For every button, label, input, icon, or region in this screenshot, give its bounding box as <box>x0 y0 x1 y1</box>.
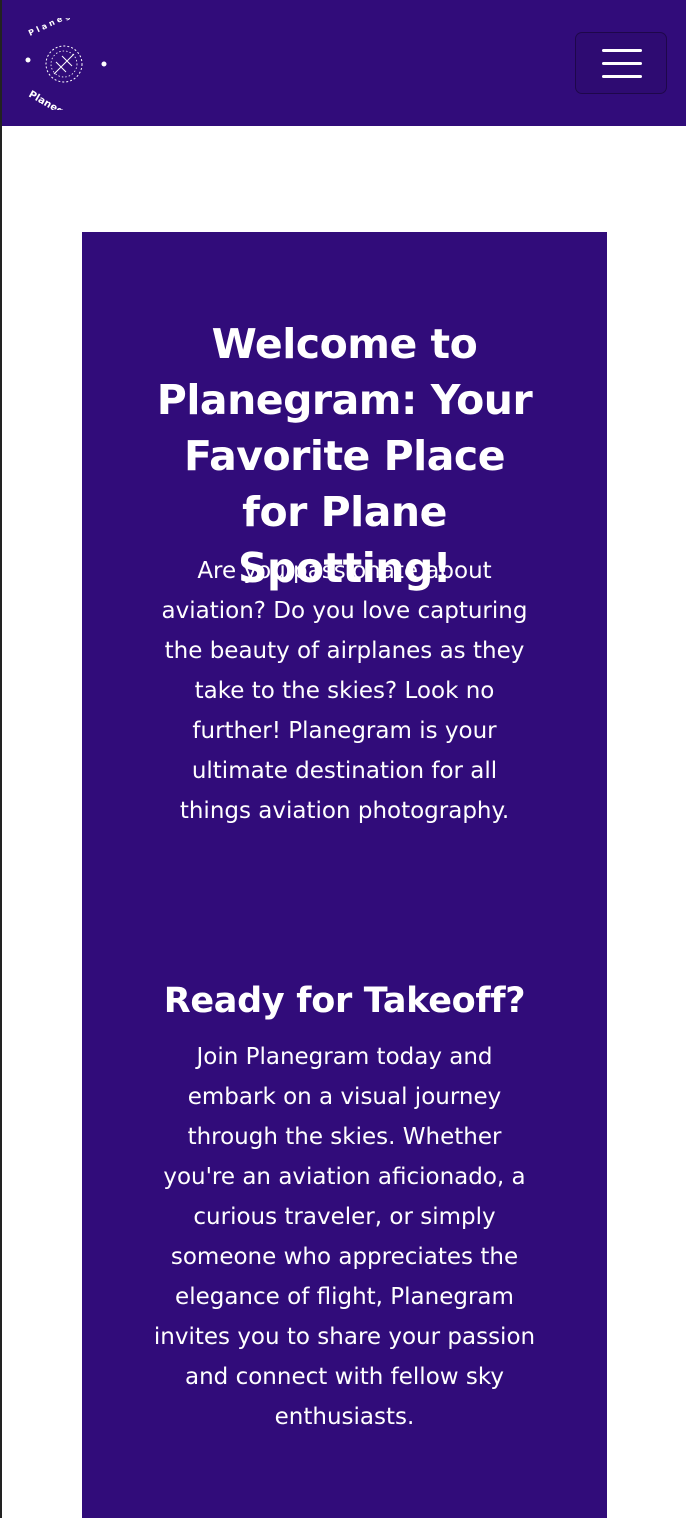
planegram-logo[interactable]: Planegram P l a n e g r a m <box>18 0 110 129</box>
welcome-intro-text: Are you passionate about aviation? Do yo… <box>161 558 528 824</box>
join-description-text: Join Planegram today and embark on a vis… <box>153 1044 536 1430</box>
top-navbar: Planegram P l a n e g r a m <box>2 0 686 129</box>
hamburger-line-3-icon <box>602 75 642 78</box>
planegram-logo-icon: Planegram P l a n e g r a m <box>25 0 107 129</box>
page-frame: Planegram P l a n e g r a m Welcome to P… <box>0 0 686 1518</box>
takeoff-heading: Ready for Takeoff? <box>163 981 526 1021</box>
menu-button[interactable] <box>575 32 667 94</box>
svg-text:Planegram: Planegram <box>27 89 85 110</box>
svg-text:P l a n e g r a m: P l a n e g r a m <box>27 18 95 38</box>
hamburger-line-1-icon <box>602 49 642 52</box>
welcome-hero-card: Welcome to Planegram: Your Favorite Plac… <box>82 232 607 1518</box>
hamburger-line-2-icon <box>602 62 642 65</box>
